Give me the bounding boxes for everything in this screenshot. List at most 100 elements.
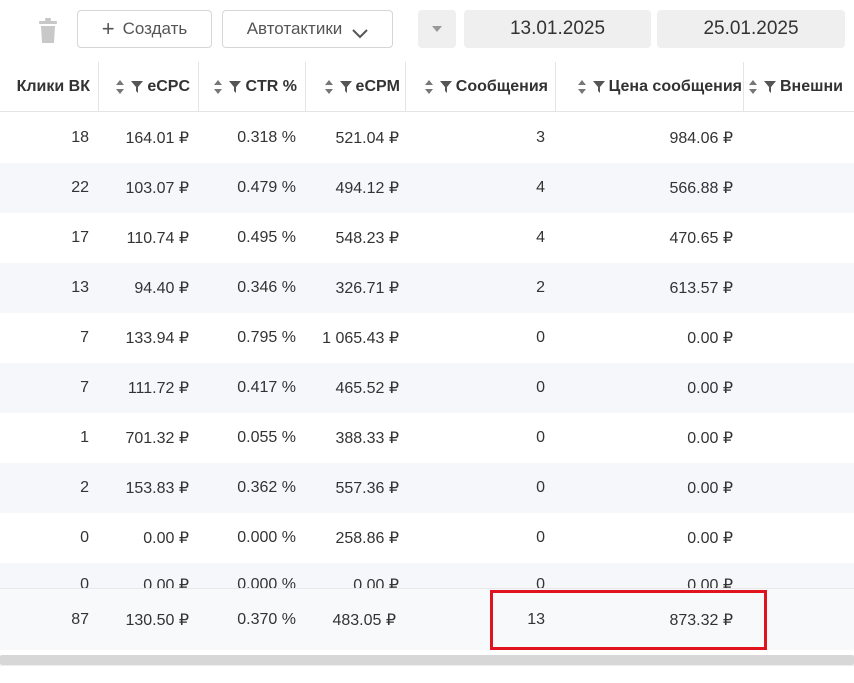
column-header-clicks-vk[interactable]: Клики ВК [0, 62, 90, 112]
date-from-input[interactable]: 13.01.2025 [464, 10, 651, 48]
table-row[interactable]: 22 103.07 ₽ 0.479 % 494.12 ₽ 4 566.88 ₽ [0, 163, 854, 213]
cell-ctr: 0.362 % [237, 479, 296, 496]
cell-ctr: 0.000 % [237, 576, 296, 589]
date-to-input[interactable]: 25.01.2025 [657, 10, 845, 48]
create-button-label: Создать [122, 19, 188, 38]
highlight-box [490, 590, 767, 650]
cell-message-price: 0.00 ₽ [687, 380, 733, 397]
cell-messages: 0 [536, 576, 545, 589]
cell-ecpc: 133.94 ₽ [125, 330, 189, 347]
cell-ecpc: 110.74 ₽ [126, 230, 189, 247]
plus-icon: + [101, 16, 115, 41]
cell-ctr: 0.795 % [237, 329, 296, 346]
create-button[interactable]: + Создать [77, 10, 212, 48]
cell-ecpm: 258.86 ₽ [335, 530, 399, 547]
cell-messages: 2 [536, 279, 545, 296]
cell-clicks: 0 [80, 576, 89, 589]
cell-ctr: 0.318 % [237, 129, 296, 146]
cell-messages: 4 [536, 179, 545, 196]
cell-ctr: 0.495 % [237, 229, 296, 246]
cell-message-price: 0.00 ₽ [687, 530, 733, 547]
cell-ctr: 0.055 % [237, 429, 296, 446]
cell-ctr: 0.479 % [237, 179, 296, 196]
cell-ctr: 0.346 % [237, 279, 296, 296]
cell-ecpm: 465.52 ₽ [335, 380, 399, 397]
cell-clicks: 0 [80, 529, 89, 546]
table-row[interactable]: 18 164.01 ₽ 0.318 % 521.04 ₽ 3 984.06 ₽ [0, 113, 854, 163]
table-row[interactable]: 2 153.83 ₽ 0.362 % 557.36 ₽ 0 0.00 ₽ [0, 463, 854, 513]
filter-icon[interactable] [592, 81, 605, 93]
cell-ecpm: 0.00 ₽ [353, 577, 399, 589]
table-row[interactable]: 7 111.72 ₽ 0.417 % 465.52 ₽ 0 0.00 ₽ [0, 363, 854, 413]
cell-messages: 0 [536, 329, 545, 346]
trash-icon[interactable] [37, 18, 59, 44]
caret-down-icon [432, 26, 442, 32]
cell-message-price: 566.88 ₽ [669, 180, 733, 197]
toolbar: + Создать Автотактики 13.01.2025 25.01.2… [0, 0, 854, 62]
cell-clicks: 18 [71, 129, 89, 146]
filter-icon[interactable] [229, 81, 242, 93]
filter-icon[interactable] [764, 81, 776, 93]
table-row[interactable]: 0 0.00 ₽ 0.000 % 0.00 ₽ 0 0.00 ₽ [0, 563, 854, 589]
cell-ecpc: 111.72 ₽ [127, 380, 189, 397]
total-ctr: 0.370 % [237, 611, 296, 628]
cell-ecpm: 494.12 ₽ [335, 180, 399, 197]
period-dropdown[interactable] [418, 10, 456, 48]
cell-messages: 0 [536, 529, 545, 546]
table-row[interactable]: 0 0.00 ₽ 0.000 % 258.86 ₽ 0 0.00 ₽ [0, 513, 854, 563]
filter-icon[interactable] [439, 81, 452, 93]
cell-ecpc: 0.00 ₽ [143, 530, 189, 547]
column-header-ecpm[interactable]: eCPM [307, 62, 400, 112]
cell-clicks: 7 [80, 329, 89, 346]
total-ecpm: 483.05 ₽ [332, 612, 396, 629]
sort-icon[interactable] [748, 80, 758, 94]
table-row[interactable]: 1 701.32 ₽ 0.055 % 388.33 ₽ 0 0.00 ₽ [0, 413, 854, 463]
cell-clicks: 17 [71, 229, 89, 246]
cell-ecpc: 0.00 ₽ [143, 577, 189, 589]
cell-ecpm: 326.71 ₽ [335, 280, 399, 297]
table-row[interactable]: 13 94.40 ₽ 0.346 % 326.71 ₽ 2 613.57 ₽ [0, 263, 854, 313]
cell-message-price: 0.00 ₽ [687, 577, 733, 589]
cell-ctr: 0.000 % [237, 529, 296, 546]
column-header-ctr[interactable]: CTR % [200, 62, 297, 112]
cell-ecpc: 103.07 ₽ [125, 180, 189, 197]
sort-icon[interactable] [213, 80, 223, 94]
column-header-message-price[interactable]: Цена сообщения [557, 62, 742, 112]
cell-ecpc: 153.83 ₽ [125, 480, 189, 497]
table-row[interactable]: 7 133.94 ₽ 0.795 % 1 065.43 ₽ 0 0.00 ₽ [0, 313, 854, 363]
cell-ecpc: 701.32 ₽ [125, 430, 189, 447]
cell-messages: 3 [536, 129, 545, 146]
filter-icon[interactable] [131, 81, 144, 93]
cell-ecpm: 548.23 ₽ [335, 230, 399, 247]
cell-clicks: 13 [71, 279, 89, 296]
cell-messages: 0 [536, 429, 545, 446]
cell-message-price: 0.00 ₽ [687, 480, 733, 497]
horizontal-scrollbar[interactable] [0, 655, 854, 665]
table-header: Клики ВК eCPC CTR % eCPM Сообщения Цена … [0, 62, 854, 112]
cell-message-price: 0.00 ₽ [687, 430, 733, 447]
cell-ecpm: 521.04 ₽ [335, 130, 399, 147]
cell-ctr: 0.417 % [237, 379, 296, 396]
cell-message-price: 613.57 ₽ [669, 280, 733, 297]
cell-clicks: 1 [80, 429, 89, 446]
column-header-ecpc[interactable]: eCPC [100, 62, 190, 112]
sort-icon[interactable] [577, 80, 587, 94]
footer-area [0, 665, 854, 683]
sort-icon[interactable] [424, 80, 434, 94]
cell-clicks: 22 [71, 179, 89, 196]
autotactics-dropdown[interactable]: Автотактики [222, 10, 393, 48]
sort-icon[interactable] [115, 80, 125, 94]
cell-messages: 0 [536, 479, 545, 496]
total-ecpc: 130.50 ₽ [125, 612, 189, 629]
cell-messages: 0 [536, 379, 545, 396]
cell-message-price: 0.00 ₽ [687, 330, 733, 347]
cell-message-price: 470.65 ₽ [669, 230, 733, 247]
cell-ecpc: 164.01 ₽ [125, 130, 189, 147]
column-header-messages[interactable]: Сообщения [407, 62, 548, 112]
table-row[interactable]: 17 110.74 ₽ 0.495 % 548.23 ₽ 4 470.65 ₽ [0, 213, 854, 263]
column-header-external[interactable]: Внешни [748, 62, 854, 112]
filter-icon[interactable] [339, 81, 352, 93]
total-clicks: 87 [71, 611, 89, 628]
cell-message-price: 984.06 ₽ [669, 130, 733, 147]
sort-icon[interactable] [324, 80, 334, 94]
